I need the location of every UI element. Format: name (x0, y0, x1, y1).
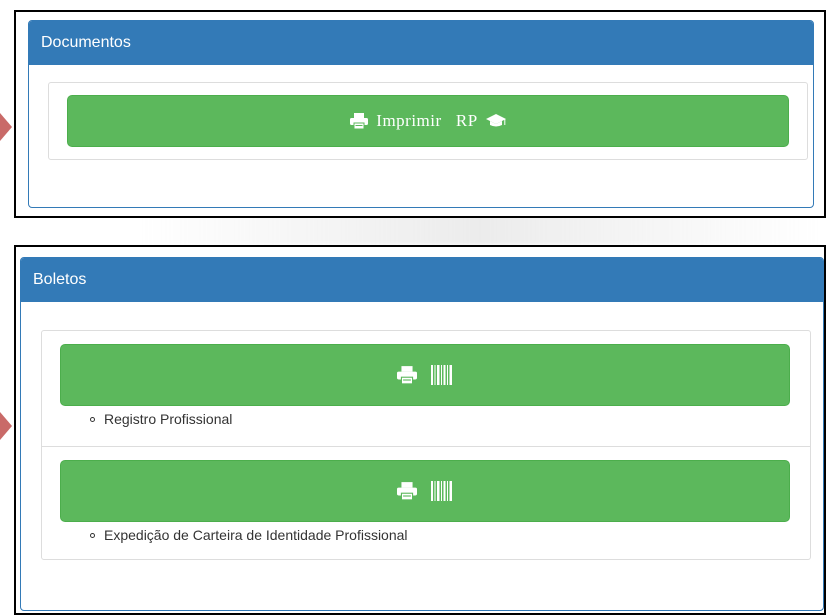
documentos-highlight-frame: Documentos Imprimir RP (14, 10, 826, 218)
list-item: Expedição de Carteira de Identidade Prof… (90, 527, 408, 543)
annotation-arrow (0, 113, 12, 141)
boleto-carteira-label: Expedição de Carteira de Identidade Prof… (104, 527, 408, 543)
graduation-cap-icon (485, 113, 506, 129)
boleto-registro-label: Registro Profissional (104, 411, 233, 427)
print-rp-button[interactable]: Imprimir RP (67, 95, 789, 147)
printer-icon (397, 366, 417, 384)
barcode-icon (431, 481, 453, 501)
documentos-panel: Documentos Imprimir RP (28, 20, 814, 208)
bullet-icon (90, 532, 95, 538)
print-boleto-registro-button[interactable] (60, 344, 790, 406)
row-divider (42, 446, 810, 447)
print-boleto-carteira-button[interactable] (60, 460, 790, 522)
background-blur (140, 215, 820, 245)
documentos-panel-title: Documentos (29, 21, 813, 65)
boletos-panel-title: Boletos (21, 258, 823, 302)
boletos-highlight-frame: Boletos Registro Profissional Expedição … (14, 245, 826, 615)
print-rp-label: Imprimir RP (376, 111, 478, 130)
documentos-list: Imprimir RP (48, 82, 808, 160)
boletos-list: Registro Profissional Expedição de Carte… (41, 330, 811, 560)
list-item: Registro Profissional (90, 411, 232, 427)
barcode-icon (431, 365, 453, 385)
printer-icon (397, 482, 417, 500)
bullet-icon (90, 416, 95, 422)
printer-icon (350, 113, 369, 129)
annotation-arrow (0, 412, 12, 440)
boletos-panel: Boletos Registro Profissional Expedição … (20, 257, 824, 611)
